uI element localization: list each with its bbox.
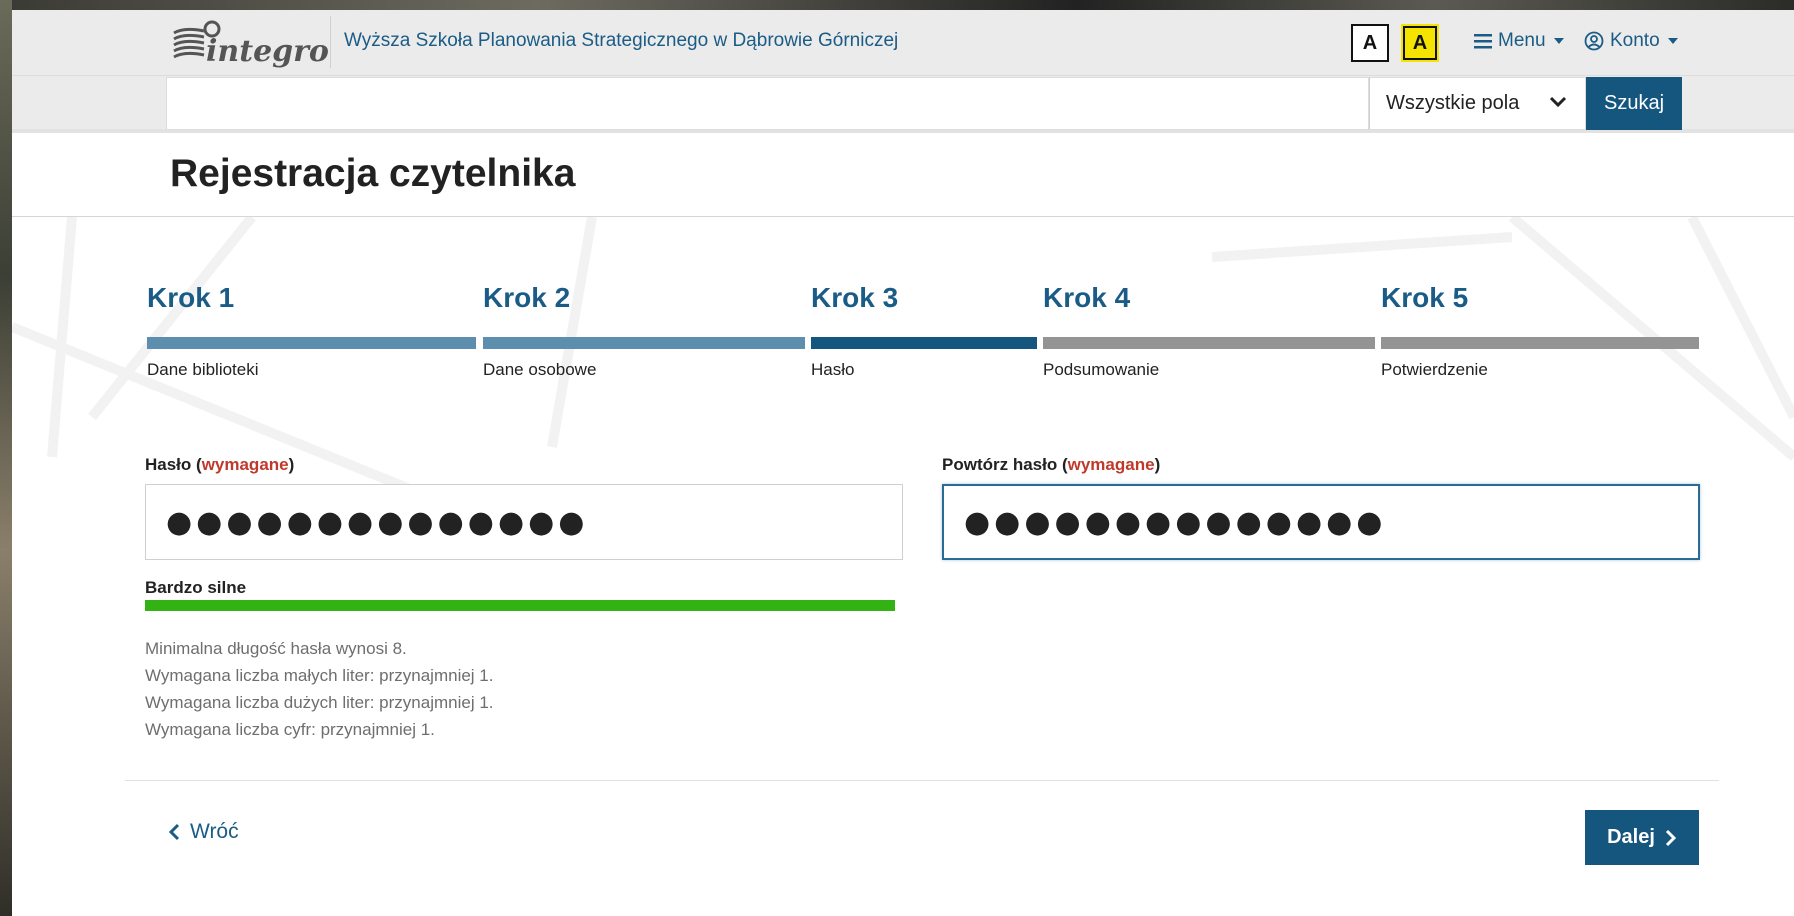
contrast-normal-label: A [1362,31,1378,54]
step-subtitle: Podsumowanie [1043,360,1160,379]
password-strength-fill [145,600,895,611]
menu-dropdown[interactable]: Menu [1474,30,1564,52]
next-button[interactable]: Dalej [1585,810,1699,865]
repeat-password-label: Powtórz hasło (wymagane) [942,455,1161,474]
desktop-background-top [0,0,1794,10]
step-2: Krok 2 Dane osobowe [483,282,805,379]
password-value: ●●●●●●●●●●●●●● [166,504,589,540]
chevron-left-icon [168,823,180,841]
step-5: Krok 5 Potwierdzenie [1381,282,1699,379]
account-label: Konto [1610,30,1660,51]
password-field[interactable]: ●●●●●●●●●●●●●● [145,484,903,560]
hamburger-icon [1474,34,1492,49]
step-subtitle: Dane biblioteki [147,360,259,379]
top-navbar: integro Wyższa Szkoła Planowania Strateg… [12,10,1794,76]
account-dropdown[interactable]: Konto [1584,30,1678,52]
password-rule: Minimalna długość hasła wynosi 8. [145,639,407,658]
next-label: Dalej [1607,826,1655,848]
repeat-password-value: ●●●●●●●●●●●●●● [964,504,1387,540]
chevron-right-icon [1665,829,1677,846]
repeat-password-label-text: Powtórz hasło [942,455,1058,474]
menu-label: Menu [1498,30,1546,51]
search-input[interactable] [166,77,1369,130]
password-strength-meter [145,600,895,611]
contrast-high-label: A [1405,28,1435,58]
step-progress-bar [811,337,1037,349]
step-title: Krok 3 [811,282,899,313]
step-title: Krok 5 [1381,282,1469,313]
chevron-down-icon [1549,96,1567,108]
books-logo-icon: integro [173,20,329,69]
search-field-value: Wszystkie pola [1386,92,1520,114]
step-subtitle: Hasło [811,360,855,379]
step-title: Krok 4 [1043,282,1131,313]
password-strength-label: Bardzo silne [145,578,247,597]
step-title: Krok 2 [483,282,571,313]
institution-name[interactable]: Wyższa Szkoła Planowania Strategicznego … [344,30,898,52]
password-label-text: Hasło [145,455,192,474]
user-circle-icon [1584,31,1604,51]
search-bar: Wszystkie pola Szukaj [12,76,1794,133]
password-rule: Wymagana liczba cyfr: przynajmniej 1. [145,720,435,739]
step-progress-bar [1043,337,1375,349]
required-marker: wymagane [1067,455,1155,474]
step-progress-bar [483,337,805,349]
page-title: Rejestracja czytelnika [170,152,576,195]
logo-wordmark: integro [206,34,329,69]
step-4: Krok 4 Podsumowanie [1043,282,1375,379]
title-divider [12,216,1794,217]
search-field-select[interactable]: Wszystkie pola [1369,77,1586,130]
browser-page: integro Wyższa Szkoła Planowania Strateg… [12,10,1794,916]
integro-logo[interactable]: integro [170,18,342,70]
step-subtitle: Potwierdzenie [1381,360,1488,379]
required-marker: wymagane [201,455,289,474]
background-pattern [12,217,1794,552]
step-progress-bar [1381,337,1699,349]
step-3: Krok 3 Hasło [811,282,1037,379]
contrast-normal-button[interactable]: A [1351,24,1389,62]
step-1: Krok 1 Dane biblioteki [147,282,477,379]
back-button[interactable]: Wróć [168,820,239,844]
caret-down-icon [1553,38,1564,44]
back-label: Wróć [190,820,239,843]
step-progress-bar [147,337,476,349]
form-footer-divider [125,780,1719,781]
repeat-password-field[interactable]: ●●●●●●●●●●●●●● [942,484,1700,560]
step-title: Krok 1 [147,282,235,313]
caret-down-icon [1667,38,1678,44]
logo-divider [330,16,331,68]
search-button[interactable]: Szukaj [1586,77,1682,130]
password-rule: Wymagana liczba dużych liter: przynajmni… [145,693,494,712]
contrast-high-button[interactable]: A [1401,24,1439,62]
step-subtitle: Dane osobowe [483,360,597,379]
password-rules: Minimalna długość hasła wynosi 8. Wymaga… [145,635,494,743]
password-rule: Wymagana liczba małych liter: przynajmni… [145,666,494,685]
desktop-background-left [0,0,12,916]
password-label: Hasło (wymagane) [145,455,295,474]
